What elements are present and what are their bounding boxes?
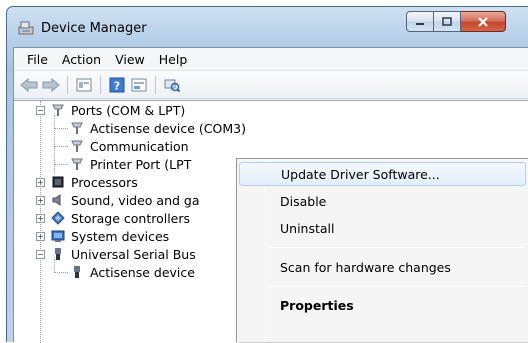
menu-action[interactable]: Action (55, 52, 108, 67)
tree-item-actisense-com3[interactable]: Actisense device (COM3) (69, 119, 246, 137)
tree-item-label: Ports (COM & LPT) (71, 102, 186, 118)
usb-icon (69, 264, 85, 280)
tree-guide (54, 272, 68, 273)
minimize-button[interactable] (406, 11, 434, 32)
update-driver-icon[interactable] (130, 76, 148, 94)
tree-guide (54, 259, 55, 273)
tree-item-usb[interactable]: Universal Serial Bus (50, 245, 196, 263)
toolbar-separator (100, 75, 101, 94)
tree-item-sound[interactable]: Sound, video and ga (50, 191, 200, 209)
context-menu: Update Driver Software... Disable Uninst… (236, 158, 528, 342)
svg-text:?: ? (114, 79, 120, 92)
usb-icon (50, 246, 66, 262)
menu-update-driver-software[interactable]: Update Driver Software... (239, 162, 526, 186)
scan-hardware-icon[interactable] (163, 76, 181, 94)
storage-controller-icon (50, 210, 66, 226)
menu-properties[interactable]: Properties (239, 293, 528, 317)
tree-item-storage[interactable]: Storage controllers (50, 209, 190, 227)
tree-item-printer-port[interactable]: Printer Port (LPT (69, 155, 191, 173)
port-icon (69, 156, 85, 172)
menu-disable[interactable]: Disable (239, 189, 528, 213)
close-button[interactable] (461, 11, 506, 32)
tree-item-processors[interactable]: Processors (50, 173, 138, 191)
tree-item-label: Actisense device (COM3) (90, 120, 246, 136)
toolbar-separator (155, 75, 156, 94)
menu-bar: File Action View Help (14, 48, 528, 71)
tree-item-label: System devices (71, 228, 170, 244)
menu-uninstall[interactable]: Uninstall (239, 216, 528, 240)
title-bar[interactable]: Device Manager (7, 7, 528, 47)
collapse-ports-toggle[interactable]: − (36, 106, 45, 115)
tree-guide (54, 146, 68, 147)
expand-processors-toggle[interactable]: + (36, 178, 45, 187)
tree-guide (54, 128, 68, 129)
tree-item-ports[interactable]: Ports (COM & LPT) (50, 101, 185, 119)
tree-item-label: Actisense device (90, 264, 195, 280)
tree-item-system-devices[interactable]: System devices (50, 227, 169, 245)
maximize-icon (442, 16, 452, 26)
menu-separator (269, 286, 526, 287)
forward-arrow-icon[interactable] (42, 76, 60, 94)
close-icon (478, 16, 488, 27)
port-icon (50, 102, 66, 118)
collapse-usb-toggle[interactable]: − (36, 250, 45, 259)
properties-icon[interactable] (75, 76, 93, 94)
expand-system-toggle[interactable]: + (36, 232, 45, 241)
menu-file[interactable]: File (20, 52, 55, 67)
maximize-button[interactable] (434, 11, 461, 32)
tree-item-label: Processors (71, 174, 138, 190)
toolbar: ? (14, 71, 528, 99)
expand-sound-toggle[interactable]: + (36, 196, 45, 205)
expand-storage-toggle[interactable]: + (36, 214, 45, 223)
tree-guide (54, 164, 68, 165)
tree-item-label: Universal Serial Bus (71, 246, 196, 262)
tree-item-label: Sound, video and ga (71, 192, 200, 208)
system-devices-icon (50, 228, 66, 244)
back-arrow-icon[interactable] (20, 76, 38, 94)
help-icon[interactable]: ? (108, 76, 126, 94)
tree-item-communication[interactable]: Communication (69, 137, 189, 155)
toolbar-separator (67, 75, 68, 94)
menu-separator (269, 247, 526, 248)
menu-help[interactable]: Help (152, 52, 195, 67)
port-icon (69, 138, 85, 154)
caption-buttons (406, 11, 506, 32)
tree-item-label: Printer Port (LPT (90, 156, 192, 172)
minimize-icon (416, 22, 424, 25)
menu-scan-hardware[interactable]: Scan for hardware changes (239, 255, 528, 279)
tree-item-actisense-usb[interactable]: Actisense device (69, 263, 195, 281)
processor-icon (50, 174, 66, 190)
window-title: Device Manager (41, 21, 147, 36)
port-icon (69, 120, 85, 136)
menu-view[interactable]: View (108, 52, 152, 67)
tree-item-label: Communication (90, 138, 189, 154)
tree-item-label: Storage controllers (71, 210, 191, 226)
speaker-icon (50, 192, 66, 208)
device-manager-icon (17, 19, 35, 37)
